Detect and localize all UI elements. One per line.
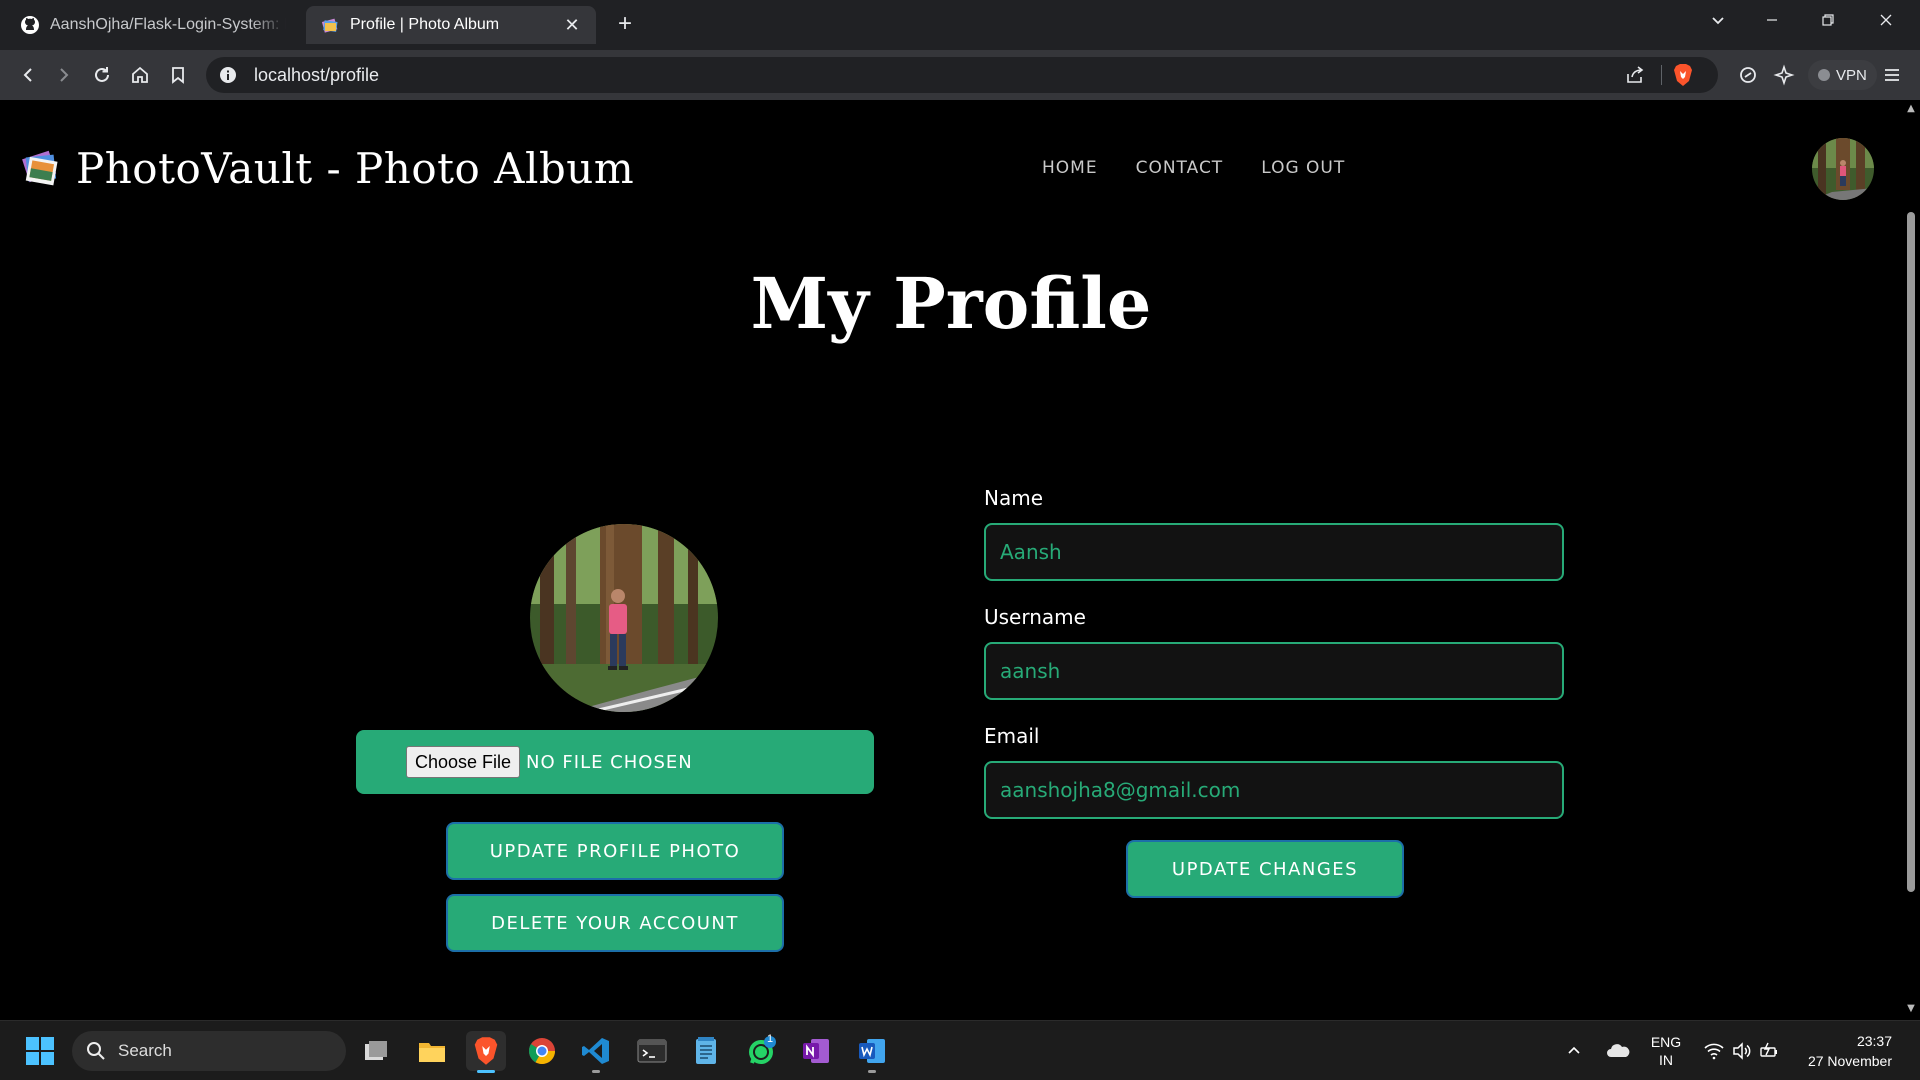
bookmark-icon[interactable] bbox=[164, 61, 192, 89]
back-icon[interactable] bbox=[14, 61, 42, 89]
page-content: PhotoVault - Photo Album HOME CONTACT LO… bbox=[0, 100, 1902, 1020]
wifi-icon[interactable] bbox=[1700, 1031, 1728, 1071]
page-title: My Profile bbox=[750, 262, 1152, 345]
nav-logout[interactable]: LOG OUT bbox=[1261, 158, 1345, 178]
browser-tab-bar: AanshOjha/Flask-Login-System: Pho Profil… bbox=[0, 0, 1920, 50]
onenote-icon[interactable] bbox=[796, 1031, 836, 1071]
nav-contact[interactable]: CONTACT bbox=[1136, 158, 1224, 178]
forward-icon[interactable] bbox=[50, 61, 78, 89]
choose-file-button[interactable]: Choose File bbox=[406, 746, 521, 778]
url-text: localhost/profile bbox=[254, 65, 380, 85]
username-label: Username bbox=[984, 605, 1086, 629]
update-profile-photo-button[interactable]: UPDATE PROFILE PHOTO bbox=[446, 822, 784, 880]
search-icon bbox=[87, 1042, 105, 1060]
file-upload-field[interactable]: Choose File NO FILE CHOSEN bbox=[356, 730, 874, 794]
windows-start-icon[interactable] bbox=[20, 1031, 60, 1071]
github-icon bbox=[20, 15, 40, 35]
delete-account-button[interactable]: DELETE YOUR ACCOUNT bbox=[446, 894, 784, 952]
update-changes-button[interactable]: UPDATE CHANGES bbox=[1126, 840, 1404, 898]
brave-browser-icon[interactable] bbox=[466, 1031, 506, 1073]
share-icon[interactable] bbox=[1624, 64, 1646, 90]
email-label: Email bbox=[984, 724, 1040, 748]
nav-home[interactable]: HOME bbox=[1042, 158, 1098, 178]
notepad-icon[interactable] bbox=[686, 1031, 726, 1071]
vpn-label: VPN bbox=[1836, 66, 1867, 84]
lang-top: ENG bbox=[1650, 1034, 1682, 1050]
vpn-button[interactable]: VPN bbox=[1808, 60, 1877, 90]
taskbar: Search 1 ENG IN 23:37 27 November bbox=[0, 1020, 1920, 1080]
profile-photo bbox=[530, 524, 718, 712]
running-indicator bbox=[592, 1070, 600, 1073]
active-indicator bbox=[477, 1070, 495, 1073]
clock-date: 27 November bbox=[1807, 1053, 1892, 1069]
site-brand[interactable]: PhotoVault - Photo Album bbox=[18, 144, 634, 193]
restore-icon[interactable] bbox=[1800, 0, 1856, 40]
name-label: Name bbox=[984, 486, 1044, 510]
onedrive-icon[interactable] bbox=[1602, 1031, 1634, 1071]
tab-search-chevron-icon[interactable] bbox=[1690, 0, 1746, 40]
brave-shields-icon[interactable] bbox=[1672, 63, 1694, 91]
whatsapp-icon[interactable]: 1 bbox=[742, 1031, 782, 1071]
close-window-icon[interactable] bbox=[1858, 0, 1914, 40]
main-nav: HOME CONTACT LOG OUT bbox=[1042, 158, 1345, 178]
browser-toolbar: localhost/profile VPN bbox=[0, 50, 1920, 100]
tab-profile[interactable]: Profile | Photo Album ✕ bbox=[306, 6, 596, 44]
tab-title: Profile | Photo Album bbox=[350, 16, 500, 33]
close-icon[interactable]: ✕ bbox=[562, 15, 582, 35]
leo-sync-icon[interactable] bbox=[1734, 61, 1762, 89]
menu-icon[interactable] bbox=[1878, 61, 1906, 89]
address-bar[interactable]: localhost/profile bbox=[206, 57, 1718, 93]
photovault-favicon bbox=[320, 15, 340, 35]
lang-bottom: IN bbox=[1659, 1052, 1673, 1068]
chrome-icon[interactable] bbox=[522, 1031, 562, 1071]
reload-icon[interactable] bbox=[88, 61, 116, 89]
photovault-logo-icon bbox=[18, 146, 64, 192]
running-indicator bbox=[868, 1070, 876, 1073]
system-clock[interactable]: 23:37 27 November bbox=[1808, 1031, 1892, 1071]
word-icon[interactable] bbox=[852, 1031, 892, 1073]
whatsapp-badge: 1 bbox=[767, 1033, 774, 1045]
volume-icon[interactable] bbox=[1728, 1031, 1756, 1071]
tab-title: AanshOjha/Flask-Login-System: Pho bbox=[50, 16, 286, 33]
page-scrollbar[interactable]: ▲ ▼ bbox=[1902, 100, 1920, 1020]
home-icon[interactable] bbox=[126, 61, 154, 89]
no-file-label: NO FILE CHOSEN bbox=[526, 751, 693, 773]
new-tab-button[interactable]: + bbox=[612, 12, 638, 38]
leo-ai-icon[interactable] bbox=[1770, 61, 1798, 89]
name-field[interactable]: Aansh bbox=[984, 523, 1564, 581]
avatar[interactable] bbox=[1812, 138, 1874, 200]
scroll-up-icon[interactable]: ▲ bbox=[1906, 104, 1916, 114]
vscode-icon[interactable] bbox=[576, 1031, 616, 1073]
scroll-down-icon[interactable]: ▼ bbox=[1906, 1004, 1916, 1014]
show-hidden-icons-chevron-icon[interactable] bbox=[1560, 1031, 1588, 1071]
email-field[interactable]: aanshojha8@gmail.com bbox=[984, 761, 1564, 819]
username-field[interactable]: aansh bbox=[984, 642, 1564, 700]
brand-name: PhotoVault - Photo Album bbox=[76, 144, 635, 193]
tab-github[interactable]: AanshOjha/Flask-Login-System: Pho bbox=[6, 6, 300, 44]
vpn-status-icon bbox=[1818, 69, 1830, 81]
taskbar-search[interactable]: Search bbox=[72, 1031, 346, 1071]
input-language[interactable]: ENG IN bbox=[1646, 1033, 1686, 1069]
clock-time: 23:37 bbox=[1856, 1033, 1892, 1049]
search-label: Search bbox=[118, 1041, 172, 1060]
minimize-icon[interactable] bbox=[1744, 0, 1800, 40]
task-view-icon[interactable] bbox=[356, 1031, 396, 1071]
battery-icon[interactable] bbox=[1756, 1031, 1784, 1071]
terminal-icon[interactable] bbox=[632, 1031, 672, 1071]
omnibox-separator bbox=[1661, 65, 1662, 85]
site-info-icon[interactable] bbox=[218, 65, 238, 85]
scroll-thumb[interactable] bbox=[1907, 212, 1915, 892]
file-explorer-icon[interactable] bbox=[412, 1031, 452, 1071]
